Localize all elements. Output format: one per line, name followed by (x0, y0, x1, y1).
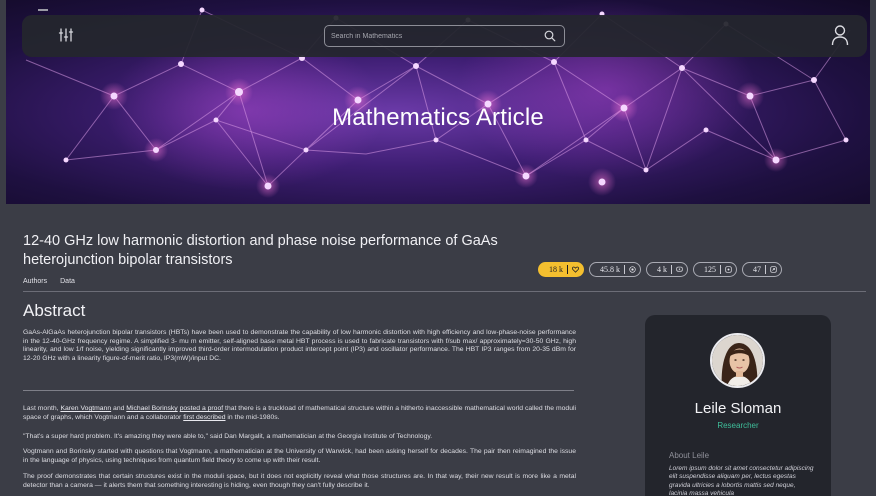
avatar[interactable] (710, 333, 765, 388)
share-icon (770, 266, 777, 273)
author-photo (712, 335, 763, 386)
tab-authors[interactable]: Authors (23, 278, 47, 285)
sliders-icon (58, 28, 74, 42)
shares-pill[interactable]: 47 (742, 262, 782, 277)
views-pill[interactable]: 45.8 k (589, 262, 641, 277)
about-text: Lorem ipsum dolor sit amet consectetur a… (669, 465, 814, 496)
body-paragraph: The proof demonstrates that certain stru… (23, 473, 576, 489)
link-michael-borinsky[interactable]: Michael Borinsky (126, 405, 177, 412)
hero-title: Mathematics Article (332, 104, 544, 131)
body-text: and (111, 405, 127, 412)
comments-pill[interactable]: 4 k (646, 262, 688, 277)
tab-data[interactable]: Data (60, 278, 75, 285)
author-card: Leile Sloman Researcher About Leile Lore… (645, 315, 831, 496)
article-metrics: 18 k 45.8 k 4 k 125 47 (538, 262, 782, 277)
pill-separator (720, 265, 721, 274)
likes-count: 18 k (549, 265, 563, 274)
citations-count: 125 (704, 265, 716, 274)
link-posted-a-proof[interactable]: posted a proof (180, 405, 224, 412)
likes-pill[interactable]: 18 k (538, 262, 584, 277)
author-name: Leile Sloman (694, 400, 782, 417)
header-divider (23, 291, 866, 292)
body-paragraph: Vogtmann and Borinsky started with quest… (23, 448, 576, 464)
article-tabs: Authors Data (23, 278, 75, 285)
heart-icon (572, 266, 579, 273)
comments-count: 4 k (657, 265, 667, 274)
link-first-described[interactable]: first described (183, 414, 225, 421)
pill-separator (671, 265, 672, 274)
shares-count: 47 (753, 265, 761, 274)
body-text: Last month, (23, 405, 61, 412)
section-divider (23, 390, 574, 391)
pill-separator (765, 265, 766, 274)
top-navigation-bar (22, 15, 867, 57)
eye-icon (629, 266, 636, 273)
link-karen-vogtmann[interactable]: Karen Vogtmann (60, 405, 111, 412)
citations-pill[interactable]: 125 (693, 262, 737, 277)
abstract-text: GaAs-AlGaAs heterojunction bipolar trans… (23, 329, 576, 362)
window-handle (38, 9, 48, 11)
search-icon[interactable] (544, 30, 556, 42)
abstract-heading: Abstract (23, 301, 86, 320)
chat-icon (676, 266, 683, 272)
filter-button[interactable] (58, 27, 74, 43)
views-count: 45.8 k (600, 265, 620, 274)
body-paragraph: Last month, Karen Vogtmann and Michael B… (23, 405, 576, 422)
author-role: Researcher (717, 421, 759, 430)
body-text: in the mid-1980s. (225, 413, 280, 421)
pill-separator (624, 265, 625, 274)
pill-separator (567, 265, 568, 274)
user-profile-button[interactable] (831, 24, 849, 46)
quote-icon (725, 266, 732, 273)
body-paragraph-quote: "That's a super hard problem. It's amazi… (23, 433, 433, 440)
search-input[interactable] (331, 29, 531, 43)
search-box[interactable] (324, 25, 565, 47)
user-icon (831, 25, 849, 46)
about-heading: About Leile (669, 451, 710, 460)
article-title: 12-40 GHz low harmonic distortion and ph… (23, 233, 498, 268)
